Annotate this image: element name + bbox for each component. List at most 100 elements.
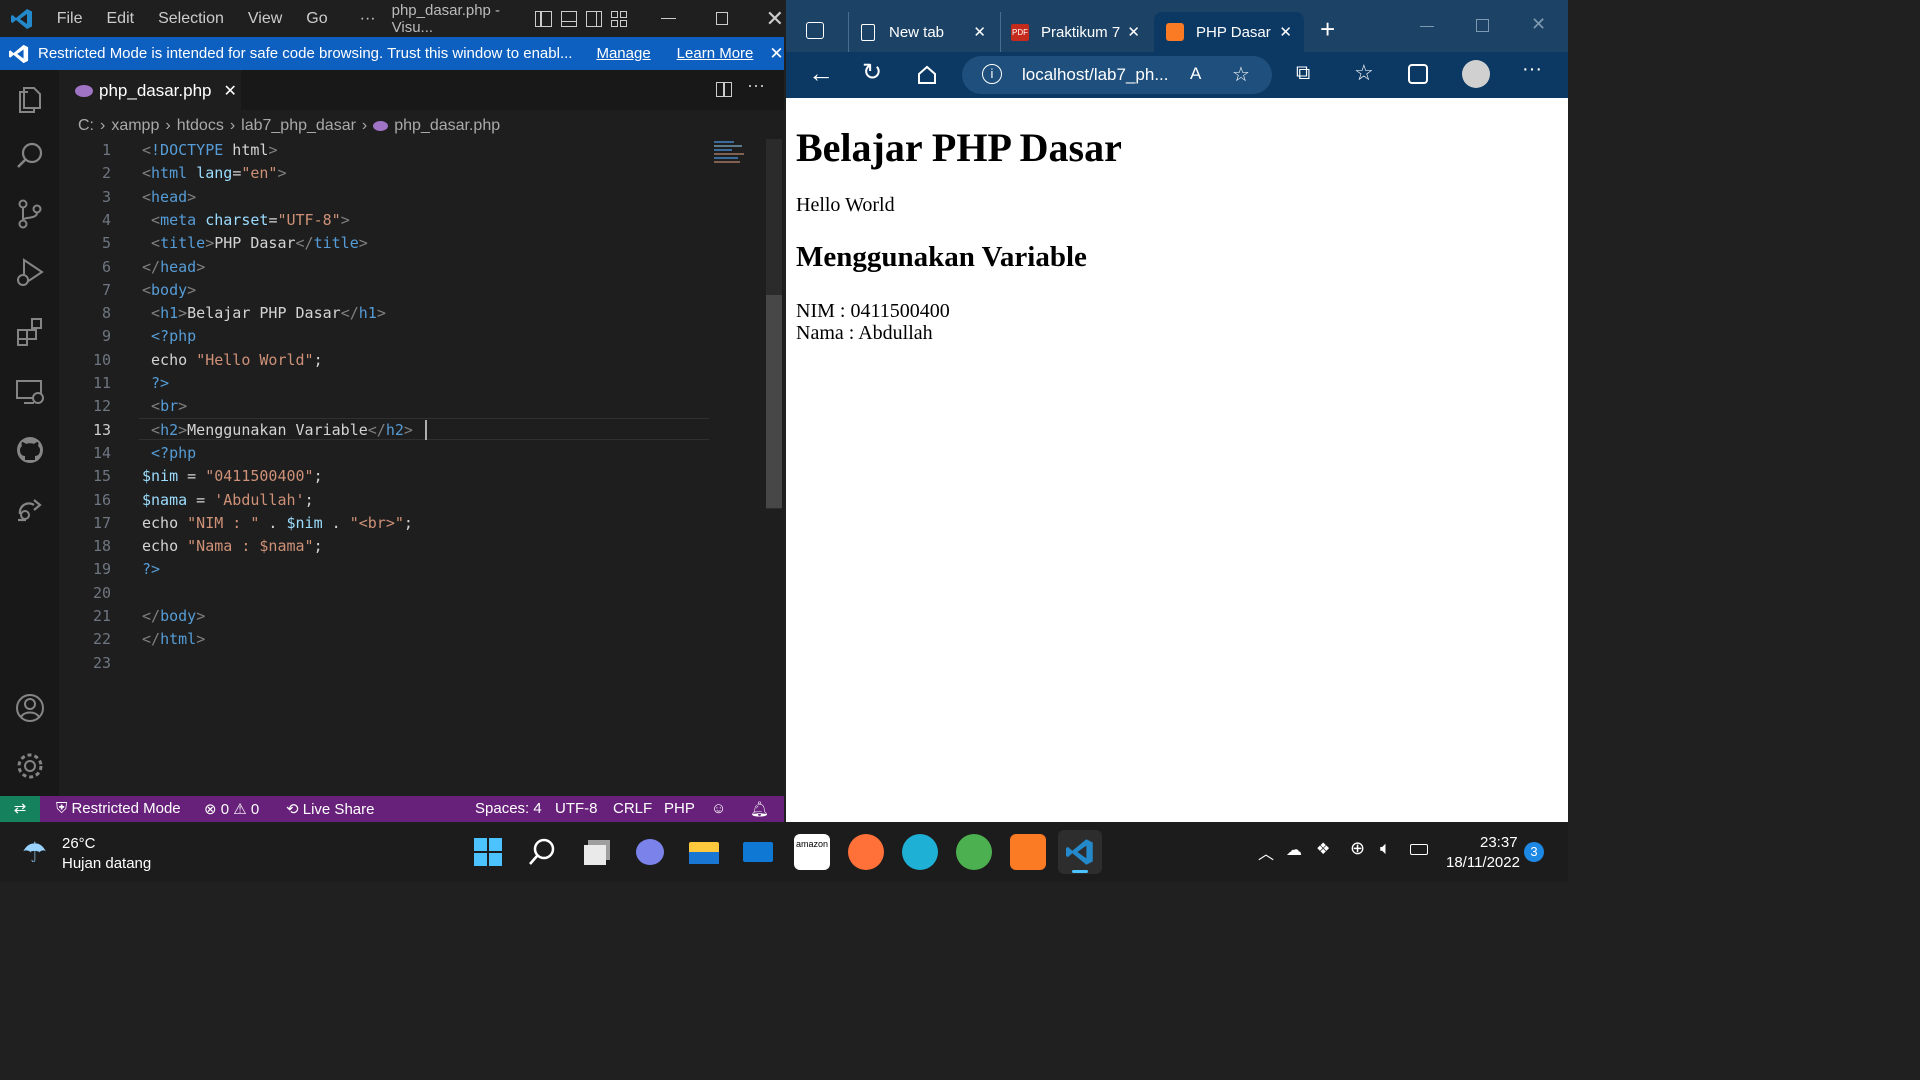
browser-minimize-button[interactable] [1420, 26, 1434, 27]
extensions-puzzle-icon[interactable]: ⧉ [1296, 62, 1310, 85]
tab-close-icon[interactable]: ✕ [1127, 23, 1140, 41]
code-line[interactable]: </body> [142, 607, 205, 625]
start-windows-icon[interactable] [470, 834, 506, 870]
firefox-icon[interactable] [848, 834, 884, 870]
task-view-icon[interactable] [580, 834, 616, 870]
menu-edit[interactable]: Edit [95, 10, 147, 28]
code-line[interactable]: </head> [142, 258, 205, 276]
code-line[interactable]: <h1>Belajar PHP Dasar</h1> [142, 304, 386, 322]
code-line[interactable]: $nim = "0411500400"; [142, 467, 323, 485]
add-favorite-icon[interactable]: ☆ [1232, 62, 1250, 87]
browser-menu-icon[interactable]: ··· [1522, 58, 1542, 81]
code-line[interactable]: <title>PHP Dasar</title> [142, 234, 368, 252]
editor-scrollbar[interactable] [766, 139, 782, 509]
code-line[interactable]: <html lang="en"> [142, 164, 287, 182]
onedrive-icon[interactable]: ☁ [1286, 840, 1302, 860]
collections-icon[interactable] [1408, 64, 1428, 84]
code-line[interactable]: <!DOCTYPE html> [142, 141, 277, 159]
menu-go[interactable]: Go [294, 10, 339, 28]
weather-umbrella-icon[interactable]: ☂ [22, 836, 47, 869]
tab-close-icon[interactable]: ✕ [973, 23, 986, 41]
github-icon[interactable] [14, 434, 46, 466]
close-button[interactable]: ✕ [766, 6, 784, 32]
menu-file[interactable]: File [45, 10, 95, 28]
xampp-taskbar-icon[interactable] [1010, 834, 1046, 870]
layout-secondary-sidebar-icon[interactable] [586, 10, 603, 27]
manage-link[interactable]: Manage [596, 45, 650, 62]
learn-more-link[interactable]: Learn More [677, 45, 754, 62]
search-icon[interactable] [14, 140, 46, 172]
browser-tab-praktikum[interactable]: PDF Praktikum 7 ✕ [1000, 12, 1152, 52]
taskbar-search-icon[interactable] [524, 834, 560, 870]
editor-more-actions-icon[interactable]: ··· [747, 75, 765, 96]
remote-indicator[interactable]: ⇄ [0, 796, 40, 822]
source-control-icon[interactable] [14, 198, 46, 230]
breadcrumb-file[interactable]: php_dasar.php [394, 117, 500, 135]
notification-badge[interactable]: 3 [1524, 842, 1544, 862]
tab-close-icon[interactable]: ✕ [224, 81, 237, 101]
code-line[interactable]: ?> [142, 374, 169, 392]
amazon-icon[interactable]: amazon [794, 834, 830, 870]
feedback-icon[interactable]: ☺ [711, 800, 726, 817]
code-line[interactable]: ?> [142, 560, 160, 578]
code-line[interactable]: </html> [142, 630, 205, 648]
network-app-icon[interactable] [956, 834, 992, 870]
live-share-icon[interactable] [14, 494, 46, 526]
tab-close-icon[interactable]: ✕ [1279, 23, 1292, 41]
back-icon[interactable]: ← [808, 58, 834, 89]
menu-selection[interactable]: Selection [146, 10, 236, 28]
layout-panel-icon[interactable] [560, 10, 577, 27]
browser-tab-php-dasar[interactable]: PHP Dasar ✕ [1154, 12, 1304, 52]
code-line[interactable]: echo "Hello World"; [142, 351, 323, 369]
maximize-button[interactable] [715, 12, 728, 25]
banner-close-icon[interactable]: ✕ [769, 44, 783, 64]
new-tab-button[interactable]: + [1320, 14, 1335, 45]
show-hidden-icons-chevron[interactable]: ︿ [1258, 840, 1274, 864]
code-line[interactable]: echo "Nama : $nama"; [142, 537, 323, 555]
dropbox-icon[interactable]: ❖ [1316, 839, 1330, 859]
layout-sidebar-icon[interactable] [535, 10, 552, 27]
tab-actions-icon[interactable] [806, 22, 824, 39]
menu-view[interactable]: View [236, 10, 294, 28]
editor-tab[interactable]: php_dasar.php ✕ [59, 70, 241, 110]
favorites-icon[interactable]: ☆ [1354, 60, 1374, 86]
accounts-icon[interactable] [14, 692, 46, 724]
minimap[interactable] [714, 139, 764, 179]
restricted-mode-indicator[interactable]: ⛨ Restricted Mode [56, 800, 181, 817]
encoding-status[interactable]: UTF-8 [555, 800, 598, 817]
customize-layout-icon[interactable] [611, 10, 628, 27]
refresh-icon[interactable]: ↻ [862, 58, 882, 87]
split-editor-icon[interactable] [716, 82, 732, 97]
menu-more[interactable]: ··· [340, 10, 386, 28]
code-line[interactable]: <br> [142, 397, 187, 415]
explorer-icon[interactable] [14, 84, 46, 116]
eol-status[interactable]: CRLF [613, 800, 652, 817]
address-bar[interactable]: i localhost/lab7_ph... A ☆ [962, 56, 1272, 94]
profile-avatar[interactable] [1462, 60, 1490, 88]
indentation-status[interactable]: Spaces: 4 [475, 800, 542, 817]
mail-icon[interactable] [740, 834, 776, 870]
browser-close-button[interactable]: ✕ [1531, 14, 1546, 35]
settings-gear-icon[interactable] [14, 750, 46, 782]
code-line[interactable]: <?php [142, 444, 196, 462]
language-status[interactable]: PHP [664, 800, 695, 817]
breadcrumb-xampp[interactable]: xampp [111, 117, 159, 135]
file-explorer-icon[interactable] [686, 834, 722, 870]
network-globe-icon[interactable]: ⊕ [1350, 838, 1365, 859]
code-line[interactable]: <body> [142, 281, 196, 299]
extensions-icon[interactable] [14, 316, 46, 348]
run-debug-icon[interactable] [14, 256, 46, 288]
remote-explorer-icon[interactable] [14, 376, 46, 408]
code-line[interactable]: <?php [142, 327, 196, 345]
live-share-status[interactable]: ⟲ Live Share [286, 800, 374, 818]
read-aloud-icon[interactable]: A [1190, 64, 1201, 84]
code-line[interactable]: echo "NIM : " . $nim . "<br>"; [142, 514, 413, 532]
battery-icon[interactable] [1410, 844, 1428, 855]
minimize-button[interactable] [661, 17, 676, 20]
breadcrumb-htdocs[interactable]: htdocs [177, 117, 224, 135]
edge-icon[interactable] [902, 834, 938, 870]
clock-date[interactable]: 18/11/2022 [1446, 854, 1520, 871]
breadcrumb-drive[interactable]: C: [78, 117, 94, 135]
site-info-icon[interactable]: i [982, 64, 1002, 84]
weather-temp[interactable]: 26°C [62, 835, 96, 852]
